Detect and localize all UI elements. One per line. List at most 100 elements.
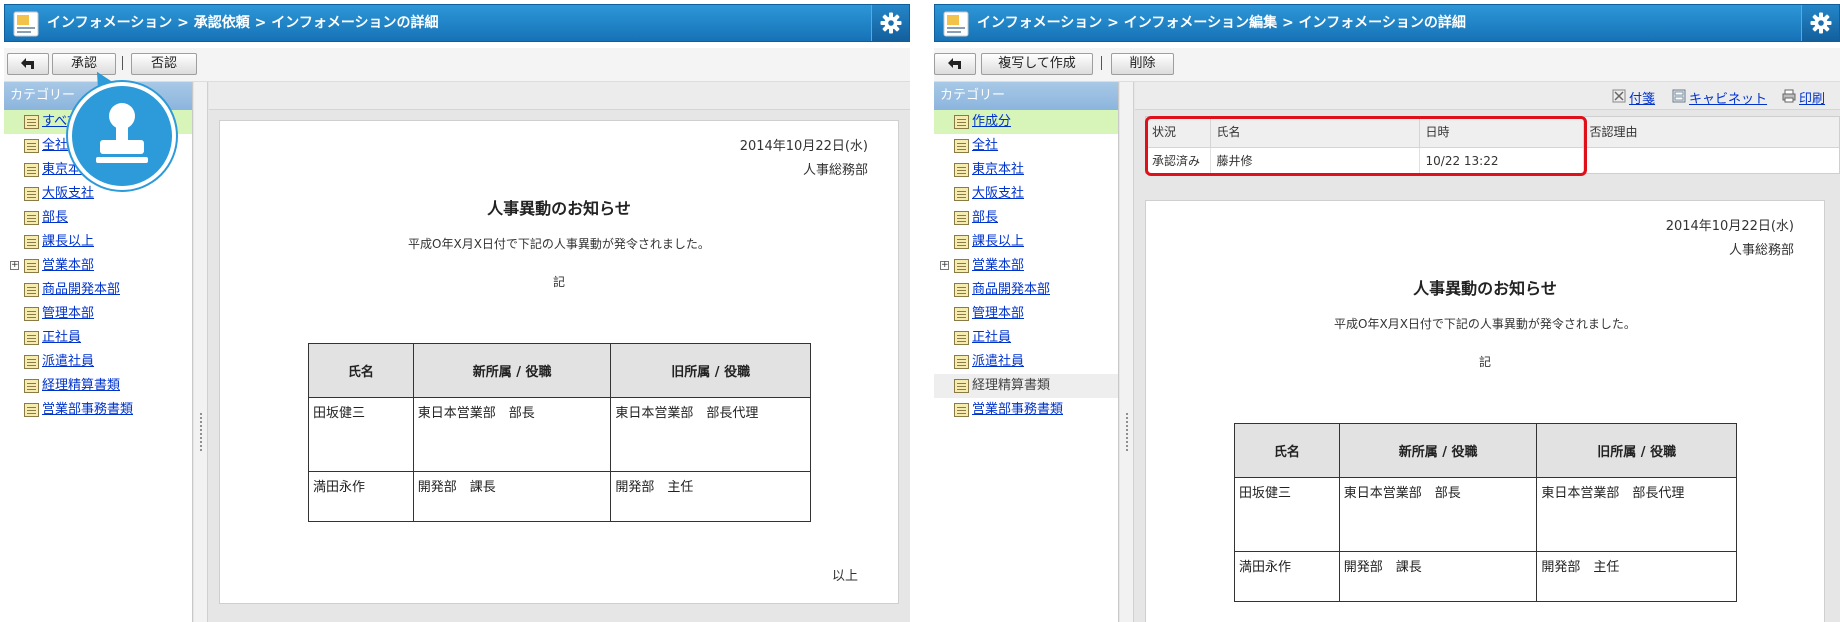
category-link[interactable]: 部長 <box>42 210 68 225</box>
folder-icon <box>24 115 39 129</box>
folder-icon <box>24 283 39 297</box>
print-link[interactable]: 印刷 <box>1799 88 1825 107</box>
table-header: 旧所属 / 役職 <box>610 343 811 398</box>
copy-create-button[interactable]: 複写して作成 <box>981 53 1093 75</box>
category-link[interactable]: 営業部事務書類 <box>972 402 1063 417</box>
category-link[interactable]: 全社 <box>42 138 68 153</box>
category-item-expense[interactable]: 経理精算書類 <box>4 374 192 398</box>
gear-icon <box>1810 12 1832 34</box>
category-link[interactable]: 管理本部 <box>42 306 94 321</box>
splitter-grip-icon[interactable] <box>199 412 203 452</box>
category-item-created[interactable]: 作成分 <box>934 110 1118 134</box>
approval-status-box: 状況 氏名 日時 否認理由 承認済み 藤井修 10/22 13:22 <box>1145 116 1840 174</box>
folder-icon <box>954 307 969 321</box>
category-item-expense[interactable]: 経理精算書類 <box>934 374 1118 398</box>
category-item-manager[interactable]: 部長 <box>4 206 192 230</box>
category-link[interactable]: 部長 <box>972 210 998 225</box>
category-item-fulltime[interactable]: 正社員 <box>934 326 1118 350</box>
table-cell: 東日本営業部 部長代理 <box>610 397 811 472</box>
category-link[interactable]: 商品開発本部 <box>42 282 120 297</box>
category-item-section-chief[interactable]: 課長以上 <box>4 230 192 254</box>
category-item-fulltime[interactable]: 正社員 <box>4 326 192 350</box>
category-item-admin[interactable]: 管理本部 <box>4 302 192 326</box>
category-item-sales[interactable]: + 営業本部 <box>4 254 192 278</box>
folder-icon <box>24 355 39 369</box>
category-link[interactable]: 正社員 <box>42 330 81 345</box>
table-cell: 満田永作 <box>1234 551 1340 602</box>
folder-icon <box>954 259 969 273</box>
category-item-tokyo[interactable]: 東京本社 <box>934 158 1118 182</box>
detail-pane: 付箋 キャビネット 印刷 状況 氏名 日時 否認理由 承認済み 藤井修 10/2… <box>1135 82 1840 622</box>
category-link[interactable]: 大阪支社 <box>42 186 94 201</box>
status-header: 否認理由 <box>1583 117 1839 148</box>
expand-plus-icon[interactable]: + <box>10 261 19 270</box>
folder-icon <box>954 379 969 393</box>
category-link[interactable]: 課長以上 <box>42 234 94 249</box>
delete-button[interactable]: 削除 <box>1111 53 1174 75</box>
category-link[interactable]: 商品開発本部 <box>972 282 1050 297</box>
document-body: 2014年10月22日(水) 人事総務部 人事異動のお知らせ 平成O年X月X日付… <box>1145 200 1825 622</box>
category-link[interactable]: 大阪支社 <box>972 186 1024 201</box>
category-link[interactable]: 経理精算書類 <box>42 378 120 393</box>
folder-icon <box>954 403 969 417</box>
settings-button[interactable] <box>1801 5 1839 41</box>
category-item-admin[interactable]: 管理本部 <box>934 302 1118 326</box>
category-link[interactable]: 派遣社員 <box>42 354 94 369</box>
back-button[interactable] <box>934 53 976 75</box>
status-cell: 藤井修 <box>1210 147 1420 174</box>
cabinet-icon <box>1672 89 1686 103</box>
folder-icon <box>954 115 969 129</box>
category-item-temp[interactable]: 派遣社員 <box>934 350 1118 374</box>
category-item-product-dev[interactable]: 商品開発本部 <box>934 278 1118 302</box>
expand-plus-icon[interactable]: + <box>940 261 949 270</box>
cabinet-link[interactable]: キャビネット <box>1689 88 1767 107</box>
category-item-sales[interactable]: + 営業本部 <box>934 254 1118 278</box>
category-link[interactable]: 営業本部 <box>42 258 94 273</box>
category-link[interactable]: 派遣社員 <box>972 354 1024 369</box>
pane-splitter[interactable] <box>1120 82 1134 622</box>
print-icon <box>1782 89 1796 103</box>
reject-button[interactable]: 否認 <box>131 53 197 75</box>
category-link[interactable]: 課長以上 <box>972 234 1024 249</box>
toolbar-separator <box>1101 56 1102 70</box>
splitter-grip-icon[interactable] <box>1125 412 1129 452</box>
category-label[interactable]: 経理精算書類 <box>972 378 1050 393</box>
category-link[interactable]: 営業部事務書類 <box>42 402 133 417</box>
sticky-note-icon <box>1612 89 1626 103</box>
category-item-sales-docs[interactable]: 営業部事務書類 <box>934 398 1118 422</box>
table-row: 承認済み 藤井修 10/22 13:22 <box>1146 147 1839 174</box>
folder-icon <box>24 403 39 417</box>
folder-icon <box>954 163 969 177</box>
category-link[interactable]: 東京本社 <box>972 162 1024 177</box>
breadcrumb-title: インフォメーション > インフォメーション編集 > インフォメーションの詳細 <box>977 15 1466 31</box>
category-link[interactable]: 営業本部 <box>972 258 1024 273</box>
document-title: 人事異動のお知らせ <box>487 199 631 218</box>
detail-pane: 2014年10月22日(水) 人事総務部 人事異動のお知らせ 平成O年X月X日付… <box>209 82 910 622</box>
category-item-osaka[interactable]: 大阪支社 <box>934 182 1118 206</box>
table-header: 新所属 / 役職 <box>1338 423 1538 478</box>
category-item-product-dev[interactable]: 商品開発本部 <box>4 278 192 302</box>
category-link[interactable]: 全社 <box>972 138 998 153</box>
back-button[interactable] <box>7 53 49 75</box>
table-cell: 開発部 主任 <box>1536 551 1737 602</box>
category-link[interactable]: 作成分 <box>972 114 1011 129</box>
category-item-company[interactable]: 全社 <box>934 134 1118 158</box>
settings-button[interactable] <box>871 5 909 41</box>
document-ki: 記 <box>1478 355 1491 369</box>
category-item-manager[interactable]: 部長 <box>934 206 1118 230</box>
detail-header-bar: 付箋 キャビネット 印刷 <box>1135 82 1840 110</box>
table-header: 氏名 <box>308 343 414 398</box>
category-item-temp[interactable]: 派遣社員 <box>4 350 192 374</box>
pane-splitter[interactable] <box>194 82 208 622</box>
breadcrumb-title: インフォメーション > 承認依頼 > インフォメーションの詳細 <box>47 15 439 31</box>
category-item-section-chief[interactable]: 課長以上 <box>934 230 1118 254</box>
title-bar: インフォメーション > 承認依頼 > インフォメーションの詳細 <box>4 4 910 42</box>
folder-icon <box>954 283 969 297</box>
category-link[interactable]: 管理本部 <box>972 306 1024 321</box>
approve-callout <box>68 82 176 190</box>
sticky-note-link[interactable]: 付箋 <box>1629 88 1655 107</box>
category-link[interactable]: 正社員 <box>972 330 1011 345</box>
information-app-icon <box>943 11 969 37</box>
category-item-sales-docs[interactable]: 営業部事務書類 <box>4 398 192 422</box>
table-row: 田坂健三 東日本営業部 部長 東日本営業部 部長代理 <box>308 397 811 472</box>
